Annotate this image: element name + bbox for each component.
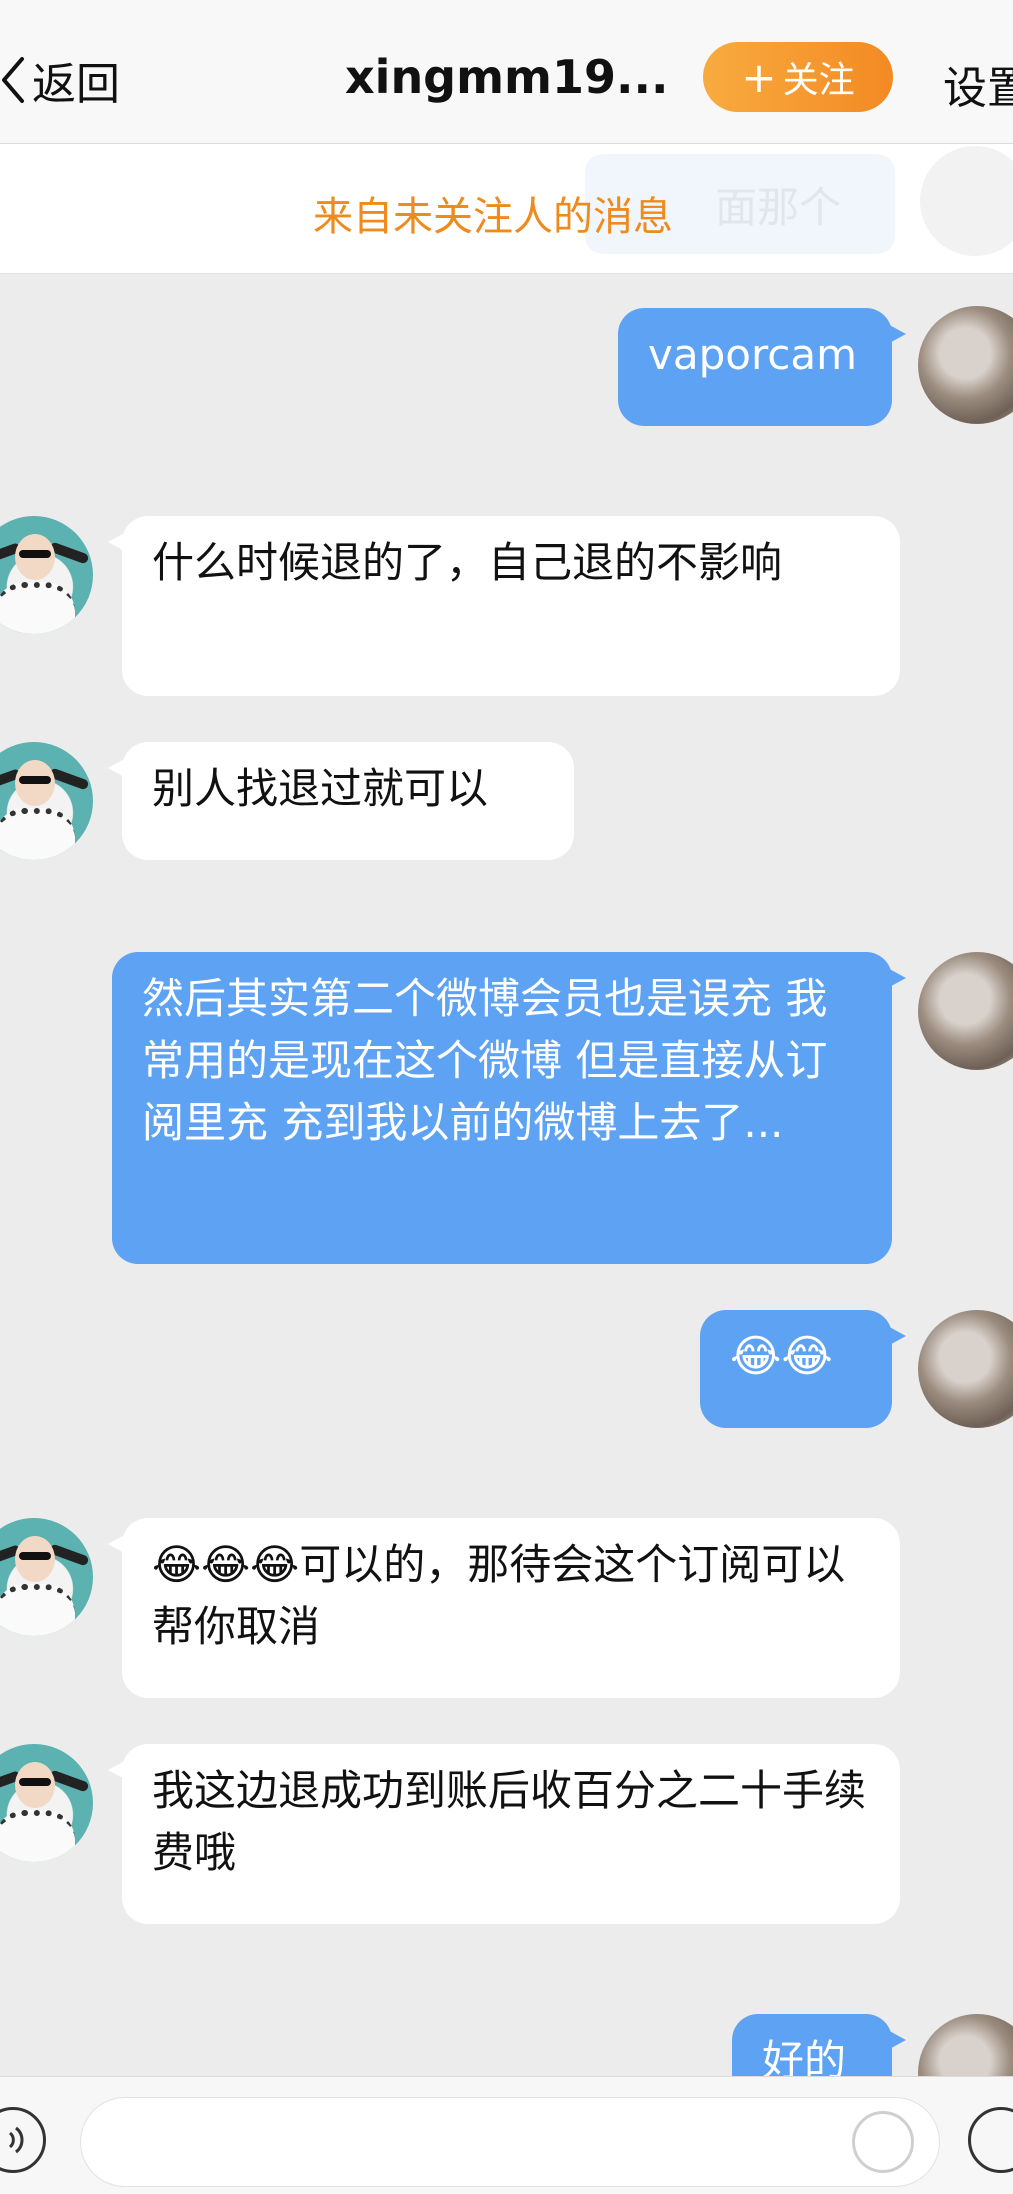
message-text: 😂😂😂可以的，那待会这个订阅可以帮你取消	[152, 1540, 846, 1651]
message-bubble-outgoing[interactable]: vaporcam	[618, 308, 906, 426]
stranger-notice-banner: 面那个 来自未关注人的消息	[0, 144, 1013, 274]
voice-input-button[interactable]	[0, 2107, 46, 2173]
contact-avatar[interactable]	[0, 1744, 93, 1862]
conversation-title: xingmm19...	[345, 50, 669, 104]
chevron-left-icon	[2, 57, 24, 103]
message-text: 什么时候退的了，自己退的不影响	[152, 538, 783, 587]
stranger-notice-text: 来自未关注人的消息	[313, 194, 673, 240]
message-text: 然后其实第二个微博会员也是误充 我常用的是现在这个微博 但是直接从订阅里充 充到…	[142, 974, 828, 1147]
contact-avatar[interactable]	[0, 516, 93, 634]
nav-bar: 返回 xingmm19... + 关注 设置	[0, 0, 1013, 144]
message-input[interactable]	[80, 2097, 940, 2187]
ghost-avatar	[920, 146, 1013, 256]
follow-button[interactable]: + 关注	[703, 42, 893, 112]
message-text: 别人找退过就可以	[152, 764, 489, 813]
more-options-button[interactable]	[968, 2107, 1013, 2173]
my-avatar[interactable]	[918, 1310, 1013, 1428]
input-bar	[0, 2076, 1013, 2194]
emoji-button[interactable]	[852, 2111, 914, 2173]
message-text: 😂😂	[730, 1331, 833, 1382]
back-label: 返回	[32, 59, 120, 110]
chat-screen: 返回 xingmm19... + 关注 设置 面那个 来自未关注人的消息 vap…	[0, 0, 1013, 2194]
contact-avatar[interactable]	[0, 1518, 93, 1636]
message-bubble-outgoing[interactable]: 然后其实第二个微博会员也是误充 我常用的是现在这个微博 但是直接从订阅里充 充到…	[112, 952, 906, 1264]
follow-label: 关注	[782, 60, 855, 101]
message-bubble-incoming[interactable]: 😂😂😂可以的，那待会这个订阅可以帮你取消	[108, 1518, 900, 1698]
plus-icon: +	[741, 52, 777, 102]
settings-button[interactable]: 设置	[943, 52, 1013, 116]
message-bubble-outgoing[interactable]: 😂😂	[700, 1310, 906, 1428]
contact-avatar[interactable]	[0, 742, 93, 860]
ghost-text: 面那个	[715, 183, 842, 232]
message-bubble-incoming[interactable]: 什么时候退的了，自己退的不影响	[108, 516, 900, 696]
message-text: vaporcam	[648, 330, 858, 379]
voice-icon	[8, 2126, 24, 2154]
message-text: 我这边退成功到账后收百分之二十手续费哦	[152, 1766, 867, 1877]
my-avatar[interactable]	[918, 306, 1013, 424]
message-bubble-incoming[interactable]: 别人找退过就可以	[108, 742, 574, 860]
my-avatar[interactable]	[918, 952, 1013, 1070]
message-bubble-incoming[interactable]: 我这边退成功到账后收百分之二十手续费哦	[108, 1744, 900, 1924]
back-button[interactable]: 返回	[0, 45, 120, 115]
